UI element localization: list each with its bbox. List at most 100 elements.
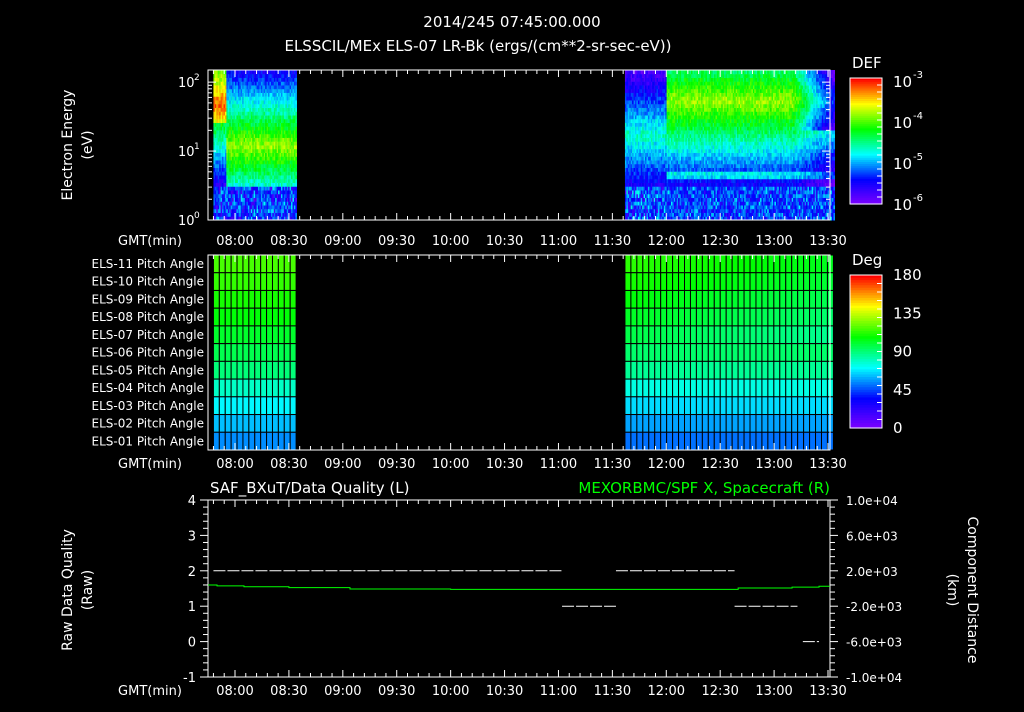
spectrogram-cell bbox=[220, 92, 223, 97]
spectrogram-cell bbox=[222, 70, 224, 75]
spectrogram-cell bbox=[633, 96, 636, 101]
spectrogram-cell bbox=[229, 133, 231, 138]
spectrogram-cell bbox=[227, 197, 230, 202]
spectrogram-cell bbox=[624, 107, 627, 112]
spectrogram-cell bbox=[237, 100, 240, 105]
spectrogram-cell bbox=[217, 100, 220, 105]
spectrogram-cell bbox=[681, 152, 683, 157]
spectrogram-cell bbox=[706, 205, 709, 210]
spectrogram-cell bbox=[265, 148, 267, 153]
spectrogram-cell bbox=[653, 88, 656, 93]
spectrogram-cell bbox=[259, 103, 262, 108]
spectrogram-cell bbox=[237, 141, 240, 146]
spectrogram-cell bbox=[633, 133, 636, 138]
spectrogram-cell bbox=[632, 208, 634, 213]
spectrogram-cell bbox=[665, 137, 667, 142]
spectrogram-cell bbox=[682, 152, 685, 157]
spectrogram-cell bbox=[669, 163, 672, 168]
spectrogram-cell bbox=[689, 107, 692, 112]
spectrogram-cell bbox=[262, 107, 264, 112]
spectrogram-cell bbox=[232, 118, 234, 123]
spectrogram-cell bbox=[293, 175, 296, 180]
spectrogram-cell bbox=[635, 96, 637, 101]
spectrogram-cell bbox=[286, 197, 289, 202]
spectrogram-cell bbox=[626, 175, 628, 180]
spectrogram-cell bbox=[250, 115, 253, 120]
spectrogram-cell bbox=[665, 201, 667, 206]
spectrogram-cell bbox=[289, 152, 292, 157]
spectrogram-cell bbox=[668, 137, 670, 142]
spectrogram-cell bbox=[695, 115, 697, 120]
spectrogram-cell bbox=[275, 103, 277, 108]
spectrogram-cell bbox=[281, 100, 283, 105]
spectrogram-cell bbox=[258, 163, 260, 168]
spectrogram-cell bbox=[624, 137, 627, 142]
spectrogram-cell bbox=[273, 163, 276, 168]
spectrogram-cell bbox=[265, 130, 267, 135]
spectrogram-cell bbox=[252, 197, 254, 202]
spectrogram-cell bbox=[293, 141, 296, 146]
spectrogram-cell bbox=[655, 141, 657, 146]
spectrogram-cell bbox=[706, 175, 709, 180]
spectrogram-cell bbox=[245, 137, 247, 142]
spectrogram-cell bbox=[666, 163, 669, 168]
spectrogram-cell bbox=[232, 171, 234, 176]
plot-datetime: 2014/245 07:45:00.000 bbox=[423, 13, 600, 31]
spectrogram-cell bbox=[647, 163, 650, 168]
spectrogram-cell bbox=[265, 103, 267, 108]
spectrogram-cell bbox=[637, 107, 640, 112]
spectrogram-cell bbox=[262, 73, 264, 78]
spectrogram-cell bbox=[239, 182, 241, 187]
spectrogram-cell bbox=[227, 208, 230, 213]
spectrogram-cell bbox=[669, 126, 672, 131]
spectrogram-cell bbox=[243, 111, 246, 116]
spectrogram-cell bbox=[258, 100, 260, 105]
spectrogram-cell bbox=[273, 85, 276, 90]
spectrogram-cell bbox=[670, 182, 673, 187]
spectrogram-cell bbox=[624, 175, 627, 180]
spectrogram-cell bbox=[275, 73, 277, 78]
spectrogram-cell bbox=[216, 96, 218, 101]
spectrogram-cell bbox=[213, 137, 216, 142]
spectrogram-cell bbox=[701, 100, 703, 105]
spectrogram-cell bbox=[682, 178, 685, 183]
spectrogram-cell bbox=[245, 92, 247, 97]
spectrogram-cell bbox=[236, 193, 239, 198]
spectrogram-cell bbox=[224, 81, 227, 86]
spectrogram-cell bbox=[653, 118, 656, 123]
spectrogram-cell bbox=[681, 175, 683, 180]
spectrogram-cell bbox=[292, 208, 295, 213]
spectrogram-cell bbox=[650, 201, 653, 206]
spectrogram-cell bbox=[249, 205, 251, 210]
spectrogram-cell bbox=[220, 73, 223, 78]
spectrogram-cell bbox=[692, 115, 695, 120]
spectrogram-cell bbox=[281, 111, 283, 116]
spectrogram-cell bbox=[229, 118, 231, 123]
spectrogram-cell bbox=[243, 145, 246, 150]
spectrogram-cell bbox=[263, 133, 266, 138]
spectrogram-cell bbox=[716, 107, 719, 112]
spectrogram-cell bbox=[214, 88, 217, 93]
spectrogram-cell bbox=[260, 111, 263, 116]
spectrogram-cell bbox=[639, 167, 641, 172]
spectrogram-cell bbox=[272, 148, 274, 153]
spectrogram-cell bbox=[626, 152, 628, 157]
spectrogram-cell bbox=[295, 141, 297, 146]
spectrogram-cell bbox=[696, 156, 699, 161]
spectrogram-cell bbox=[691, 103, 693, 108]
spectrogram-cell bbox=[712, 163, 715, 168]
spectrogram-cell bbox=[232, 182, 234, 187]
spectrogram-cell bbox=[660, 212, 663, 217]
spectrogram-cell bbox=[282, 122, 285, 127]
spectrogram-cell bbox=[235, 111, 237, 116]
spectrogram-cell bbox=[224, 77, 227, 82]
spectrogram-cell bbox=[676, 130, 679, 135]
spectrogram-cell bbox=[692, 178, 695, 183]
spectrogram-cell bbox=[666, 103, 669, 108]
spectrogram-cell bbox=[691, 118, 693, 123]
spectrogram-cell bbox=[642, 205, 644, 210]
spectrogram-cell bbox=[624, 201, 627, 206]
spectrogram-cell bbox=[295, 118, 297, 123]
spectrogram-cell bbox=[291, 205, 293, 210]
spectrogram-cell bbox=[646, 186, 649, 191]
